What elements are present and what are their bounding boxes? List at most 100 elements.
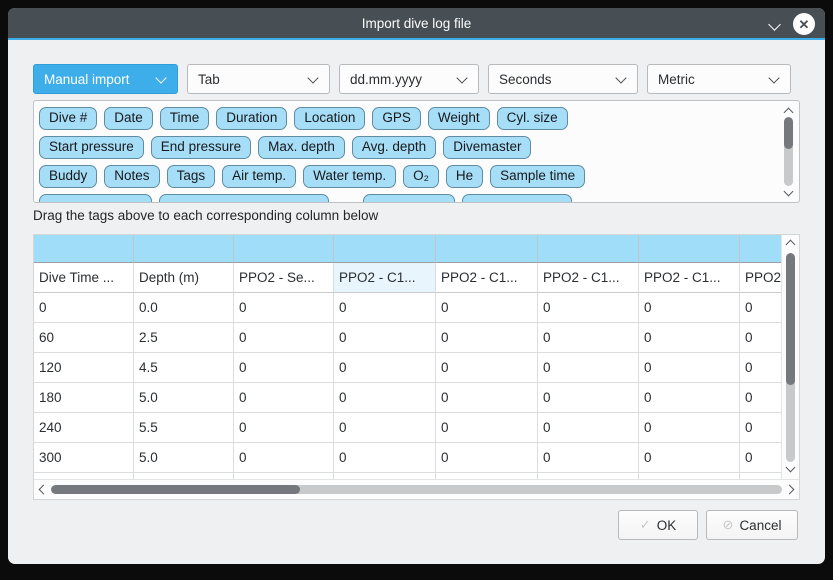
scroll-up-icon[interactable]	[786, 240, 796, 250]
units-select[interactable]: Metric	[647, 64, 791, 94]
scrollbar-track[interactable]	[784, 117, 793, 186]
tag-dive-number[interactable]: Dive #	[39, 107, 97, 130]
cancel-button[interactable]: ⊘ Cancel	[706, 510, 798, 540]
instruction-text: Drag the tags above to each correspondin…	[33, 208, 378, 223]
tag-clipped[interactable]	[363, 194, 455, 203]
chevron-down-icon	[155, 72, 166, 83]
table-cell: 0	[334, 443, 436, 473]
units-value: Metric	[658, 72, 695, 87]
table-horizontal-scrollbar[interactable]	[34, 479, 799, 499]
scroll-right-icon[interactable]	[785, 485, 795, 495]
scrollbar-thumb[interactable]	[784, 117, 793, 149]
import-preview-table: Dive Time ... Depth (m) PPO2 - Se... PPO…	[33, 234, 800, 500]
table-row: 300 5.0 0 0 0 0 0 0	[34, 443, 782, 473]
column-header[interactable]: PPO2	[740, 263, 782, 293]
column-header[interactable]: PPO2 - C1...	[538, 263, 639, 293]
column-header[interactable]: PPO2 - C1...	[436, 263, 538, 293]
table-cell: 0	[436, 293, 538, 323]
drop-target-cell[interactable]	[134, 235, 234, 263]
tag-clipped[interactable]	[39, 194, 152, 203]
table-cell: 0	[234, 293, 334, 323]
table-cell: 0	[740, 443, 782, 473]
table-cell: 0	[234, 323, 334, 353]
tag-time[interactable]: Time	[160, 107, 210, 130]
column-header[interactable]: PPO2 - C1...	[334, 263, 436, 293]
tag-clipped[interactable]	[462, 194, 572, 203]
tag-clipped[interactable]	[159, 194, 329, 203]
tag-avg-depth[interactable]: Avg. depth	[352, 136, 436, 159]
scroll-up-icon[interactable]	[783, 107, 793, 117]
tag-buddy[interactable]: Buddy	[39, 165, 97, 188]
drop-target-cell[interactable]	[436, 235, 538, 263]
drop-target-cell[interactable]	[740, 235, 782, 263]
tag-duration[interactable]: Duration	[216, 107, 287, 130]
chevron-down-icon	[456, 72, 467, 83]
tag-weight[interactable]: Weight	[428, 107, 490, 130]
tag-date[interactable]: Date	[104, 107, 153, 130]
tag-location[interactable]: Location	[294, 107, 365, 130]
drop-target-row	[34, 235, 782, 263]
table-cell: 0	[436, 323, 538, 353]
scroll-left-icon[interactable]	[39, 485, 49, 495]
scroll-down-icon[interactable]	[783, 186, 793, 196]
duration-format-select[interactable]: Seconds	[488, 64, 638, 94]
tag-cyl-size[interactable]: Cyl. size	[497, 107, 568, 130]
table-cell: 0	[740, 293, 782, 323]
tag-air-temp[interactable]: Air temp.	[222, 165, 296, 188]
drop-target-cell[interactable]	[34, 235, 134, 263]
drop-target-cell[interactable]	[334, 235, 436, 263]
table-cell: 0	[538, 443, 639, 473]
tag-o2[interactable]: O₂	[403, 165, 439, 188]
tag-row: Dive # Date Time Duration Location GPS W…	[39, 107, 769, 130]
drop-target-cell[interactable]	[234, 235, 334, 263]
drop-target-cell[interactable]	[538, 235, 639, 263]
table-cell: 0	[334, 323, 436, 353]
tag-tags[interactable]: Tags	[167, 165, 216, 188]
column-header[interactable]: Dive Time ...	[34, 263, 134, 293]
separator-select[interactable]: Tab	[187, 64, 330, 94]
separator-value: Tab	[198, 72, 220, 87]
table-cell: 0	[639, 293, 740, 323]
table-cell: 0	[436, 383, 538, 413]
tag-panel: Dive # Date Time Duration Location GPS W…	[33, 100, 800, 203]
tag-sample-time[interactable]: Sample time	[490, 165, 585, 188]
scrollbar-thumb[interactable]	[786, 253, 795, 385]
column-header[interactable]: PPO2 - C1...	[639, 263, 740, 293]
tag-he[interactable]: He	[446, 165, 483, 188]
column-header[interactable]: PPO2 - Se...	[234, 263, 334, 293]
tag-start-pressure[interactable]: Start pressure	[39, 136, 144, 159]
close-button[interactable]: ✕	[793, 13, 815, 35]
table-header-row: Dive Time ... Depth (m) PPO2 - Se... PPO…	[34, 263, 782, 293]
tag-panel-scrollbar[interactable]	[779, 103, 797, 200]
import-mode-select[interactable]: Manual import	[33, 64, 178, 94]
ok-button[interactable]: ✓ OK	[618, 510, 698, 540]
close-icon: ✕	[799, 18, 810, 31]
column-header[interactable]: Depth (m)	[134, 263, 234, 293]
date-format-select[interactable]: dd.mm.yyyy	[339, 64, 479, 94]
table-cell: 0	[639, 443, 740, 473]
table-cell: 0	[234, 353, 334, 383]
tag-max-depth[interactable]: Max. depth	[258, 136, 345, 159]
tag-end-pressure[interactable]: End pressure	[151, 136, 251, 159]
duration-format-value: Seconds	[499, 72, 552, 87]
scrollbar-track[interactable]	[51, 485, 782, 494]
table-cell: 0	[538, 293, 639, 323]
tag-divemaster[interactable]: Divemaster	[443, 136, 531, 159]
shade-chevron-down-icon[interactable]	[768, 18, 781, 31]
import-mode-value: Manual import	[44, 72, 130, 87]
import-dive-log-dialog: Import dive log file ✕ Manual import Tab…	[8, 8, 825, 564]
table-cell: 0	[234, 413, 334, 443]
tag-gps[interactable]: GPS	[372, 107, 421, 130]
scroll-down-icon[interactable]	[786, 463, 796, 473]
tag-notes[interactable]: Notes	[104, 165, 159, 188]
drop-target-cell[interactable]	[639, 235, 740, 263]
tag-water-temp[interactable]: Water temp.	[303, 165, 396, 188]
titlebar[interactable]: Import dive log file ✕	[8, 8, 825, 40]
scrollbar-track[interactable]	[786, 253, 795, 462]
scrollbar-thumb[interactable]	[51, 485, 300, 494]
table-cell: 180	[34, 383, 134, 413]
table-cell: 0	[436, 353, 538, 383]
table-vertical-scrollbar[interactable]	[781, 235, 799, 480]
table-cell: 120	[34, 353, 134, 383]
table-cell: 0	[740, 413, 782, 443]
